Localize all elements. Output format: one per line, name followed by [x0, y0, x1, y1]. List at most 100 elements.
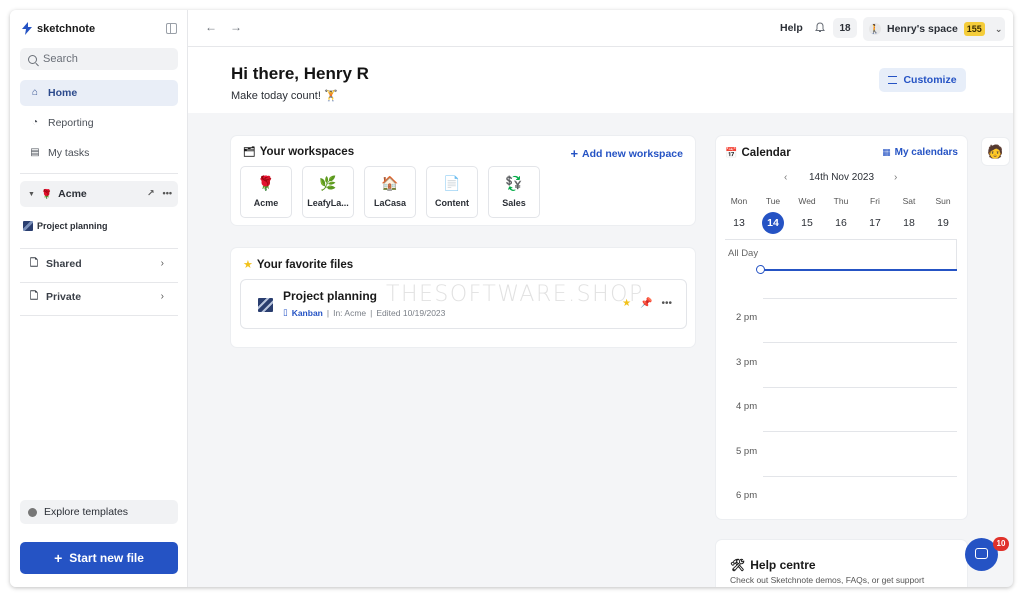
- workspace-tile-acme[interactable]: 🌹 Acme: [240, 166, 292, 218]
- chat-unread-badge: 10: [993, 537, 1009, 551]
- chevron-down-icon: ⌄: [994, 23, 1003, 34]
- explore-templates-button[interactable]: Explore templates: [20, 500, 178, 524]
- sidebar-item-my-tasks[interactable]: ▤ My tasks: [20, 140, 178, 166]
- day-name: Thu: [833, 196, 849, 206]
- home-icon: ⌂: [31, 87, 39, 98]
- divider: [20, 282, 178, 283]
- watermark: THESOFTWARE.SHOP: [386, 282, 644, 307]
- calendar-day[interactable]: Mon 13: [727, 196, 751, 234]
- sidebar-section-shared[interactable]: 🗋 Shared ›: [20, 251, 178, 277]
- hour-gridline: [763, 476, 957, 477]
- bell-icon[interactable]: [815, 22, 825, 33]
- collapse-sidebar-icon[interactable]: [166, 23, 177, 34]
- favorite-file-row[interactable]: Project planning THESOFTWARE.SHOP ▯ Kanb…: [240, 279, 687, 329]
- rose-icon: 🌹: [40, 188, 53, 199]
- day-date: 17: [869, 217, 881, 229]
- rose-icon: 🌹: [257, 175, 275, 191]
- day-name: Fri: [870, 196, 880, 206]
- back-arrow-icon[interactable]: ←: [205, 20, 217, 34]
- hour-gridline: [763, 431, 957, 432]
- hour-label: 5 pm: [736, 446, 758, 457]
- my-calendars-link[interactable]: ▦ My calendars: [882, 147, 958, 158]
- calendar-card: 📅 Calendar ▦ My calendars ‹ 14th Nov 202…: [716, 136, 967, 519]
- card-title: Your favorite files: [256, 258, 354, 271]
- customize-label: Customize: [903, 74, 957, 86]
- customize-button[interactable]: Customize: [879, 68, 966, 92]
- page-title: Hi there, Henry R: [231, 64, 369, 83]
- calendar-day[interactable]: Sun 19: [931, 196, 955, 234]
- sidebar-project-item[interactable]: Project planning: [23, 221, 108, 231]
- brand-logo[interactable]: sketchnote: [22, 22, 95, 35]
- calendar-icon: ▦: [882, 147, 891, 157]
- calendar-day[interactable]: Thu 16: [829, 196, 853, 234]
- calendar-day[interactable]: Sat 18: [897, 196, 921, 234]
- workspace-tile-content[interactable]: 📄 Content: [426, 166, 478, 218]
- plus-icon: +: [54, 550, 63, 566]
- day-date: 15: [801, 217, 813, 229]
- more-icon[interactable]: •••: [163, 188, 172, 199]
- help-link[interactable]: Help: [780, 22, 803, 34]
- day-date: 19: [937, 217, 949, 229]
- help-centre-card[interactable]: 🛠 Help centre Check out Sketchnote demos…: [716, 540, 967, 587]
- calendar-day[interactable]: Fri 17: [863, 196, 887, 234]
- help-centre-subtitle: Check out Sketchnote demos, FAQs, or get…: [730, 575, 925, 585]
- chart-pie-icon: ◔: [31, 117, 39, 128]
- start-new-file-button[interactable]: + Start new file: [20, 542, 178, 574]
- sidebar-item-home[interactable]: ⌂ Home: [20, 80, 178, 106]
- search-input[interactable]: Search: [20, 48, 178, 70]
- day-date: 16: [835, 217, 847, 229]
- sidebar-item-reporting[interactable]: ◔ Reporting: [20, 110, 178, 136]
- star-icon: ★: [243, 259, 253, 271]
- leaf-icon: 🌿: [319, 175, 337, 191]
- day-date: 14: [762, 212, 784, 234]
- calendar-date-label: 14th Nov 2023: [808, 172, 875, 183]
- calendar-day[interactable]: Wed 15: [795, 196, 819, 234]
- start-new-file-label: Start new file: [69, 551, 144, 565]
- next-week-icon[interactable]: ›: [894, 172, 897, 183]
- sidebar-item-label: My tasks: [48, 147, 90, 159]
- project-icon: [23, 221, 33, 231]
- workspace-tile-label: Sales: [502, 198, 526, 208]
- card-title: Calendar: [741, 147, 791, 159]
- forward-arrow-icon[interactable]: →: [230, 20, 242, 34]
- user-avatar[interactable]: 🧑: [982, 138, 1009, 165]
- workspace-tile-label: Acme: [253, 198, 279, 208]
- hour-label: 3 pm: [736, 357, 758, 368]
- page-subtitle: Make today count! 🏋: [231, 90, 338, 102]
- kanban-icon: ▯: [283, 307, 288, 317]
- open-external-icon[interactable]: ↗: [147, 188, 155, 199]
- template-icon: [28, 507, 37, 517]
- lightning-icon: [22, 22, 32, 35]
- pin-icon[interactable]: 📌: [640, 298, 652, 309]
- day-name: Wed: [798, 196, 816, 206]
- day-date: 13: [733, 217, 745, 229]
- score-badge: 155: [963, 22, 985, 36]
- sidebar-section-private[interactable]: 🗋 Private ›: [20, 284, 178, 310]
- file-type: Kanban: [291, 307, 323, 318]
- workspace-tile-lacasa[interactable]: 🏠 LaCasa: [364, 166, 416, 218]
- workspace-row[interactable]: ▼ 🌹 Acme ↗ •••: [20, 181, 178, 207]
- more-icon[interactable]: •••: [661, 298, 672, 309]
- calendar-icon: 📅: [725, 147, 738, 159]
- workspace-tile-sales[interactable]: 💱 Sales: [488, 166, 540, 218]
- add-workspace-label: Add new workspace: [582, 147, 683, 160]
- house-icon: 🏠: [381, 175, 399, 191]
- workspace-tile-leafy[interactable]: 🌿 LeafyLa...: [302, 166, 354, 218]
- file-location: In: Acme: [333, 307, 367, 318]
- star-icon[interactable]: ★: [622, 298, 631, 309]
- workspace-name: Acme: [58, 188, 87, 200]
- greeting-header: Hi there, Henry R Make today count! 🏋 Cu…: [188, 47, 1013, 113]
- chevron-right-icon: ›: [160, 258, 164, 269]
- section-label: Shared: [46, 258, 82, 270]
- space-switcher[interactable]: 🚶 Henry's space 155 ⌄: [863, 17, 1005, 41]
- project-icon: [258, 298, 273, 312]
- calendar-day-selected[interactable]: Tue 14: [761, 196, 785, 234]
- my-calendars-label: My calendars: [894, 147, 958, 158]
- meta-separator: |: [370, 307, 373, 318]
- card-title: Your workspaces: [259, 146, 355, 158]
- notification-count[interactable]: 18: [833, 18, 857, 38]
- add-workspace-link[interactable]: + Add new workspace: [570, 146, 683, 161]
- search-placeholder: Search: [43, 53, 78, 65]
- caret-down-icon[interactable]: ▼: [28, 191, 35, 198]
- meta-separator: |: [326, 307, 330, 318]
